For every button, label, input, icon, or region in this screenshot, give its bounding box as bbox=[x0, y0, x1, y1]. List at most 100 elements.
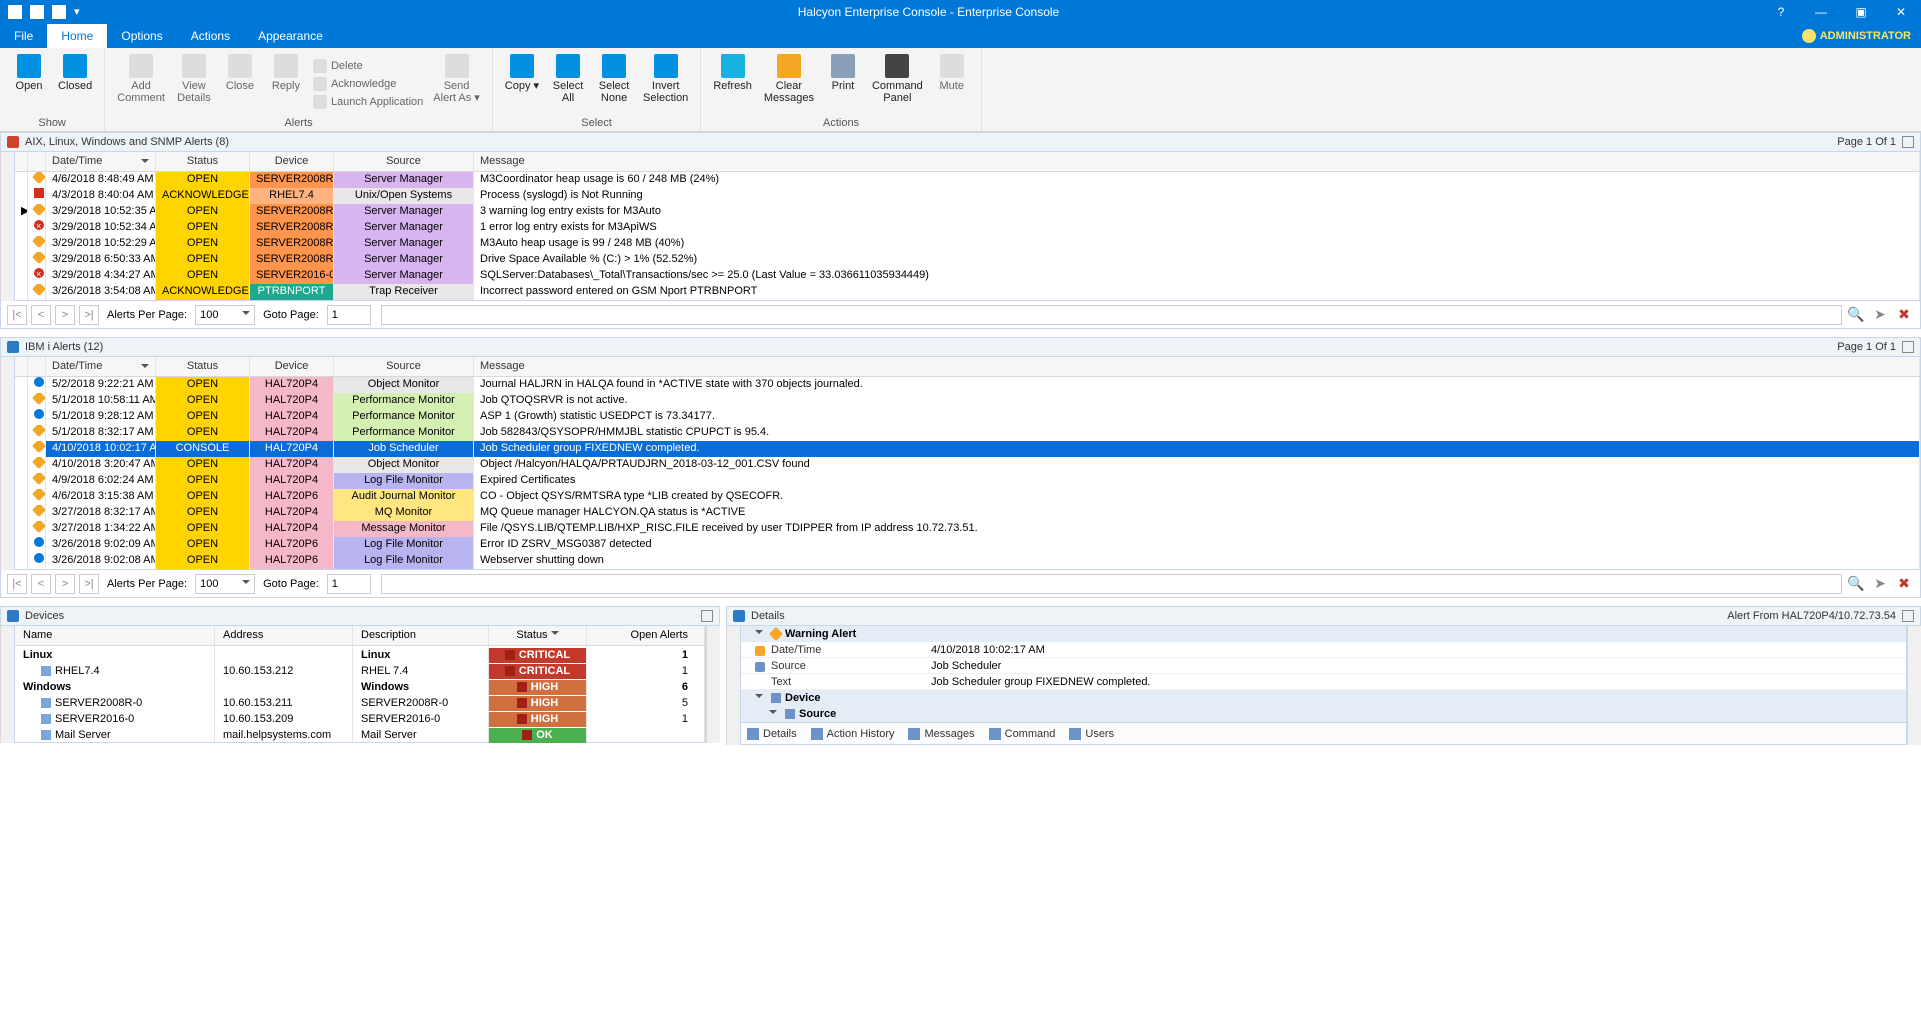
panel2-left-scroll[interactable] bbox=[0, 357, 14, 570]
panel1-icon bbox=[7, 136, 19, 148]
device-row[interactable]: SERVER2008R-010.60.153.211SERVER2008R-0H… bbox=[15, 694, 705, 710]
tab-details[interactable]: Details bbox=[747, 728, 797, 740]
server-icon bbox=[41, 730, 51, 740]
table-row[interactable]: 3/26/2018 3:54:08 AMACKNOWLEDGEDPTRBNPOR… bbox=[15, 284, 1920, 300]
open-button[interactable]: Open bbox=[6, 50, 52, 117]
table-row[interactable]: 3/26/2018 9:02:09 AMOPENHAL720P6Log File… bbox=[15, 537, 1920, 553]
goto-page-input[interactable] bbox=[327, 305, 371, 325]
details-section-source[interactable]: Source bbox=[741, 706, 1906, 722]
panel2-pager: |< < > >| Alerts Per Page: 100 Goto Page… bbox=[0, 570, 1921, 598]
pager-last[interactable]: >| bbox=[79, 305, 99, 325]
table-row[interactable]: 3/29/2018 10:52:29 AMOPENSERVER2008R-0Se… bbox=[15, 236, 1920, 252]
col-status[interactable]: Status bbox=[156, 152, 250, 171]
devices-collapse[interactable] bbox=[701, 610, 713, 622]
pager-first[interactable]: |< bbox=[7, 305, 27, 325]
table-row[interactable]: 5/1/2018 10:58:11 AMOPENHAL720P4Performa… bbox=[15, 393, 1920, 409]
mute-button[interactable]: Mute bbox=[929, 50, 975, 117]
select-none-button[interactable]: SelectNone bbox=[591, 50, 637, 117]
close-alert-button[interactable]: Close bbox=[217, 50, 263, 117]
filter-input[interactable] bbox=[381, 305, 1842, 325]
warn-icon bbox=[32, 252, 46, 264]
current-user[interactable]: ADMINISTRATOR bbox=[1792, 24, 1921, 48]
table-row[interactable]: ▶4/10/2018 10:02:17 AMCONSOLEHAL720P4Job… bbox=[15, 441, 1920, 457]
tab-users[interactable]: Users bbox=[1069, 728, 1114, 740]
device-row[interactable]: RHEL7.410.60.153.212RHEL 7.4CRITICAL1 bbox=[15, 662, 705, 678]
details-collapse[interactable] bbox=[1902, 610, 1914, 622]
select-all-button[interactable]: SelectAll bbox=[545, 50, 591, 117]
table-row[interactable]: 4/3/2018 8:40:04 AMACKNOWLEDGEDRHEL7.4Un… bbox=[15, 188, 1920, 204]
table-row[interactable]: 3/29/2018 6:50:33 AMOPENSERVER2008R-0Ser… bbox=[15, 252, 1920, 268]
device-row[interactable]: SERVER2016-010.60.153.209SERVER2016-0HIG… bbox=[15, 710, 705, 726]
table-row[interactable]: 4/9/2018 6:02:24 AMOPENHAL720P4Log File … bbox=[15, 473, 1920, 489]
search-icon[interactable]: 🔍 bbox=[1846, 305, 1866, 325]
pager-next[interactable]: > bbox=[55, 305, 75, 325]
stop-icon bbox=[34, 188, 44, 198]
search-icon[interactable]: 🔍 bbox=[1846, 574, 1866, 594]
panel2-title: IBM i Alerts (12) bbox=[25, 341, 103, 353]
details-section-device[interactable]: Device bbox=[741, 690, 1906, 706]
table-row[interactable]: 3/27/2018 1:34:22 AMOPENHAL720P4Message … bbox=[15, 521, 1920, 537]
menu-appearance[interactable]: Appearance bbox=[244, 24, 337, 48]
col-device[interactable]: Device bbox=[250, 152, 334, 171]
clear-messages-button[interactable]: ClearMessages bbox=[758, 50, 820, 117]
col-datetime[interactable]: Date/Time bbox=[46, 357, 156, 376]
table-row[interactable]: 5/1/2018 8:32:17 AMOPENHAL720P4Performan… bbox=[15, 425, 1920, 441]
col-datetime[interactable]: Date/Time bbox=[46, 152, 156, 171]
reply-button[interactable]: Reply bbox=[263, 50, 309, 117]
close-button[interactable]: ✕ bbox=[1881, 0, 1921, 24]
panel2-collapse[interactable] bbox=[1902, 341, 1914, 353]
server-icon bbox=[41, 698, 51, 708]
next-result-icon[interactable]: ➤ bbox=[1870, 305, 1890, 325]
devices-grid: Name Address Description Status Open Ale… bbox=[14, 626, 706, 743]
help-icon[interactable]: ? bbox=[1761, 0, 1801, 24]
table-row[interactable]: 5/2/2018 9:22:21 AMOPENHAL720P4Object Mo… bbox=[15, 377, 1920, 393]
refresh-button[interactable]: Refresh bbox=[707, 50, 758, 117]
tab-action-history[interactable]: Action History bbox=[811, 728, 895, 740]
view-details-button[interactable]: ViewDetails bbox=[171, 50, 217, 117]
info-icon bbox=[34, 377, 44, 387]
menu-actions[interactable]: Actions bbox=[177, 24, 244, 48]
clear-filter-icon[interactable]: ✖ bbox=[1894, 305, 1914, 325]
menu-file[interactable]: File bbox=[0, 24, 47, 48]
system-icons: ▾ bbox=[0, 5, 96, 19]
minimize-button[interactable]: — bbox=[1801, 0, 1841, 24]
panel1-left-scroll[interactable] bbox=[0, 152, 14, 301]
menu-options[interactable]: Options bbox=[107, 24, 176, 48]
tab-messages[interactable]: Messages bbox=[908, 728, 974, 740]
closed-button[interactable]: Closed bbox=[52, 50, 98, 117]
panel1-collapse[interactable] bbox=[1902, 136, 1914, 148]
clear-filter-icon[interactable]: ✖ bbox=[1894, 574, 1914, 594]
col-source[interactable]: Source bbox=[334, 152, 474, 171]
table-row[interactable]: 3/26/2018 9:02:08 AMOPENHAL720P6Log File… bbox=[15, 553, 1920, 569]
maximize-button[interactable]: ▣ bbox=[1841, 0, 1881, 24]
col-message[interactable]: Message bbox=[474, 152, 1920, 171]
device-row[interactable]: WindowsWindowsHIGH6 bbox=[15, 678, 705, 694]
table-row[interactable]: 4/10/2018 3:20:47 AMOPENHAL720P4Object M… bbox=[15, 457, 1920, 473]
table-row[interactable]: 4/6/2018 3:15:38 AMOPENHAL720P6Audit Jou… bbox=[15, 489, 1920, 505]
next-result-icon[interactable]: ➤ bbox=[1870, 574, 1890, 594]
print-button[interactable]: Print bbox=[820, 50, 866, 117]
per-page-combo[interactable]: 100 bbox=[195, 305, 255, 325]
details-section-warning[interactable]: Warning Alert bbox=[741, 626, 1906, 642]
command-panel-button[interactable]: CommandPanel bbox=[866, 50, 929, 117]
acknowledge-button[interactable]: Acknowledge bbox=[309, 75, 427, 93]
device-row[interactable]: Mail Servermail.helpsystems.comMail Serv… bbox=[15, 726, 705, 742]
delete-button[interactable]: Delete bbox=[309, 57, 427, 75]
tab-command[interactable]: Command bbox=[989, 728, 1056, 740]
pager-prev[interactable]: < bbox=[31, 305, 51, 325]
table-row[interactable]: 3/29/2018 10:52:34 AMOPENSERVER2008R-0Se… bbox=[15, 220, 1920, 236]
table-row[interactable]: 4/6/2018 8:48:49 AMOPENSERVER2008R-0Serv… bbox=[15, 172, 1920, 188]
launch-app-button[interactable]: Launch Application bbox=[309, 93, 427, 111]
device-row[interactable]: LinuxLinuxCRITICAL1 bbox=[15, 646, 705, 662]
devices-header: Devices bbox=[0, 606, 720, 626]
copy-button[interactable]: Copy ▾ bbox=[499, 50, 545, 117]
invert-selection-button[interactable]: InvertSelection bbox=[637, 50, 694, 117]
table-row[interactable]: 3/27/2018 8:32:17 AMOPENHAL720P4MQ Monit… bbox=[15, 505, 1920, 521]
table-row[interactable]: 5/1/2018 9:28:12 AMOPENHAL720P4Performan… bbox=[15, 409, 1920, 425]
send-alert-button[interactable]: SendAlert As ▾ bbox=[427, 50, 485, 117]
add-comment-button[interactable]: AddComment bbox=[111, 50, 171, 117]
table-row[interactable]: ▶3/29/2018 10:52:35 AMOPENSERVER2008R-0S… bbox=[15, 204, 1920, 220]
table-row[interactable]: 3/29/2018 4:34:27 AMOPENSERVER2016-0Serv… bbox=[15, 268, 1920, 284]
menu-home[interactable]: Home bbox=[47, 24, 107, 48]
panel1-page: Page 1 Of 1 bbox=[1837, 136, 1896, 148]
